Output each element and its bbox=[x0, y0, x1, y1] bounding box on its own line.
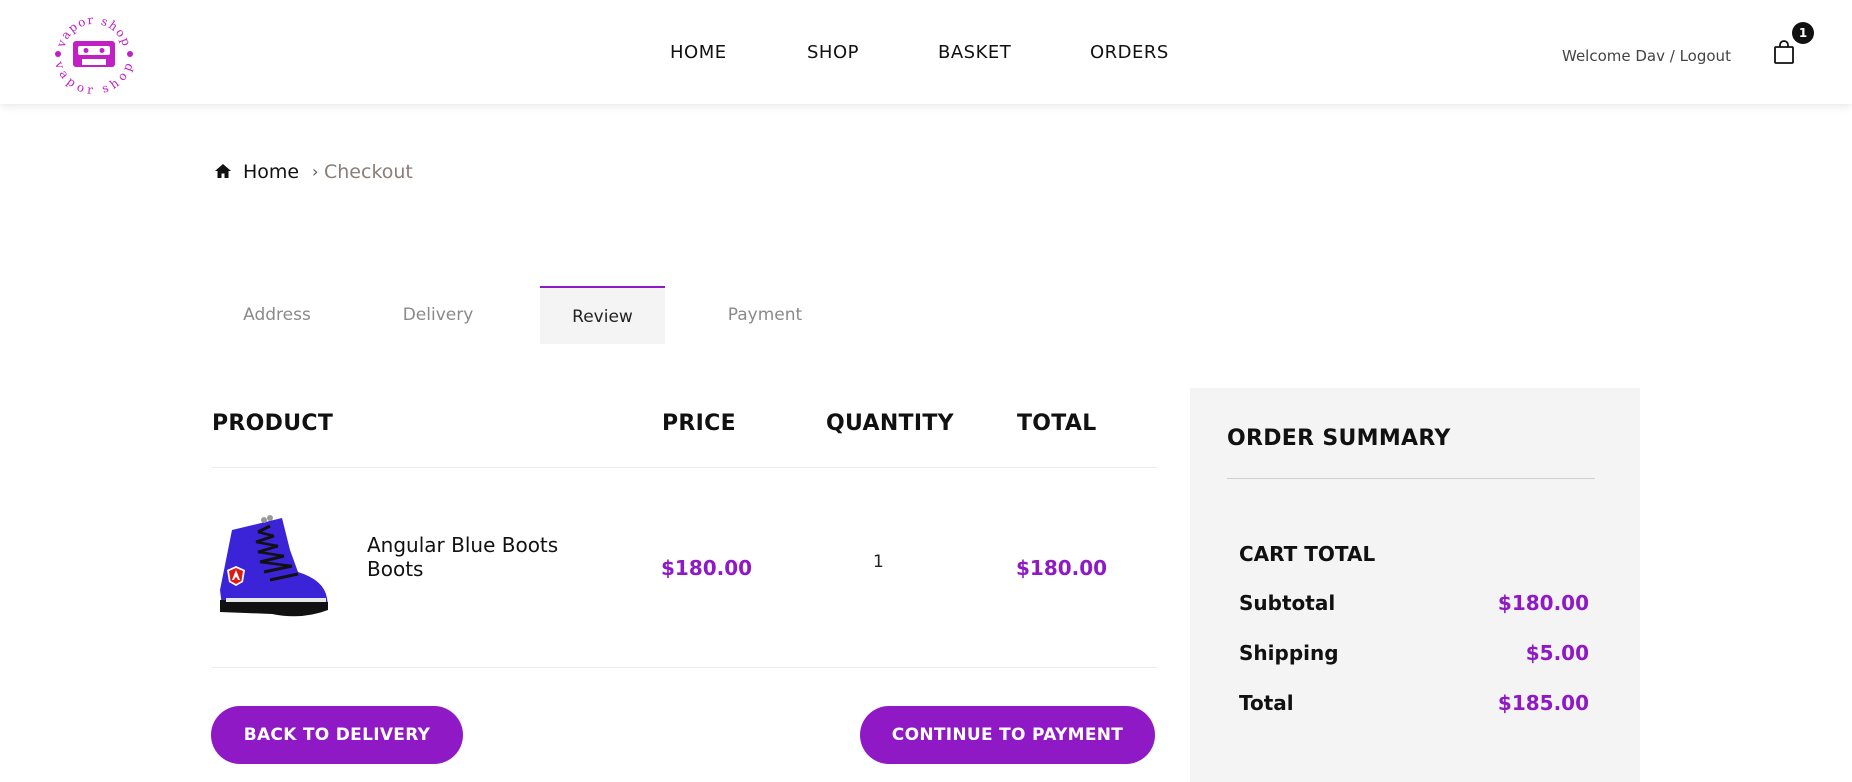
table-divider bbox=[212, 467, 1157, 468]
nav-basket[interactable]: BASKET bbox=[938, 42, 1011, 63]
total-value: $185.00 bbox=[1497, 691, 1589, 715]
blue-boot-image[interactable] bbox=[212, 510, 334, 622]
welcome-logout-link[interactable]: Welcome Dav / Logout bbox=[1562, 47, 1731, 65]
welcome-text[interactable]: Welcome Dav / Logout bbox=[1562, 47, 1731, 65]
column-header-price: PRICE bbox=[662, 411, 736, 436]
shipping-label: Shipping bbox=[1239, 641, 1339, 665]
cart-total-heading: CART TOTAL bbox=[1239, 542, 1376, 566]
nav-home[interactable]: HOME bbox=[670, 42, 727, 63]
home-icon bbox=[215, 164, 231, 178]
subtotal-label: Subtotal bbox=[1239, 591, 1336, 615]
breadcrumb-home[interactable]: Home bbox=[243, 161, 299, 183]
total-label: Total bbox=[1239, 691, 1294, 715]
continue-to-payment-button[interactable]: CONTINUE TO PAYMENT bbox=[860, 706, 1155, 764]
back-to-delivery-button[interactable]: BACK TO DELIVERY bbox=[211, 706, 463, 764]
table-divider bbox=[212, 667, 1157, 668]
tab-payment[interactable]: Payment bbox=[700, 286, 830, 344]
cart-count-badge: 1 bbox=[1792, 22, 1814, 44]
shopping-bag-icon[interactable] bbox=[1773, 40, 1795, 64]
top-navbar: vapor shop vapor shop HOME SHOP BASKET O… bbox=[0, 0, 1852, 104]
nav-orders[interactable]: ORDERS bbox=[1090, 42, 1169, 63]
order-summary-title: ORDER SUMMARY bbox=[1227, 426, 1451, 451]
column-header-product: PRODUCT bbox=[212, 411, 334, 436]
product-name-link[interactable]: Angular Blue Boots Boots bbox=[367, 533, 597, 581]
row-price: $180.00 bbox=[661, 556, 753, 580]
tab-review[interactable]: Review bbox=[540, 286, 665, 344]
summary-row-shipping: Shipping $5.00 bbox=[1239, 641, 1589, 667]
nav-shop[interactable]: SHOP bbox=[807, 42, 859, 63]
order-summary-panel: ORDER SUMMARY CART TOTAL Subtotal $180.0… bbox=[1190, 388, 1640, 782]
tab-address[interactable]: Address bbox=[214, 286, 340, 344]
summary-row-total: Total $185.00 bbox=[1239, 691, 1589, 717]
tab-delivery[interactable]: Delivery bbox=[375, 286, 501, 344]
column-header-total: TOTAL bbox=[1017, 411, 1097, 436]
summary-row-subtotal: Subtotal $180.00 bbox=[1239, 591, 1589, 617]
breadcrumb-current: Checkout bbox=[324, 161, 413, 183]
row-quantity: 1 bbox=[873, 552, 884, 572]
subtotal-value: $180.00 bbox=[1497, 591, 1589, 615]
summary-divider bbox=[1227, 478, 1595, 479]
shipping-value: $5.00 bbox=[1525, 641, 1589, 665]
column-header-quantity: QUANTITY bbox=[826, 411, 954, 436]
breadcrumb-separator: › bbox=[312, 162, 319, 181]
row-total: $180.00 bbox=[1016, 556, 1108, 580]
